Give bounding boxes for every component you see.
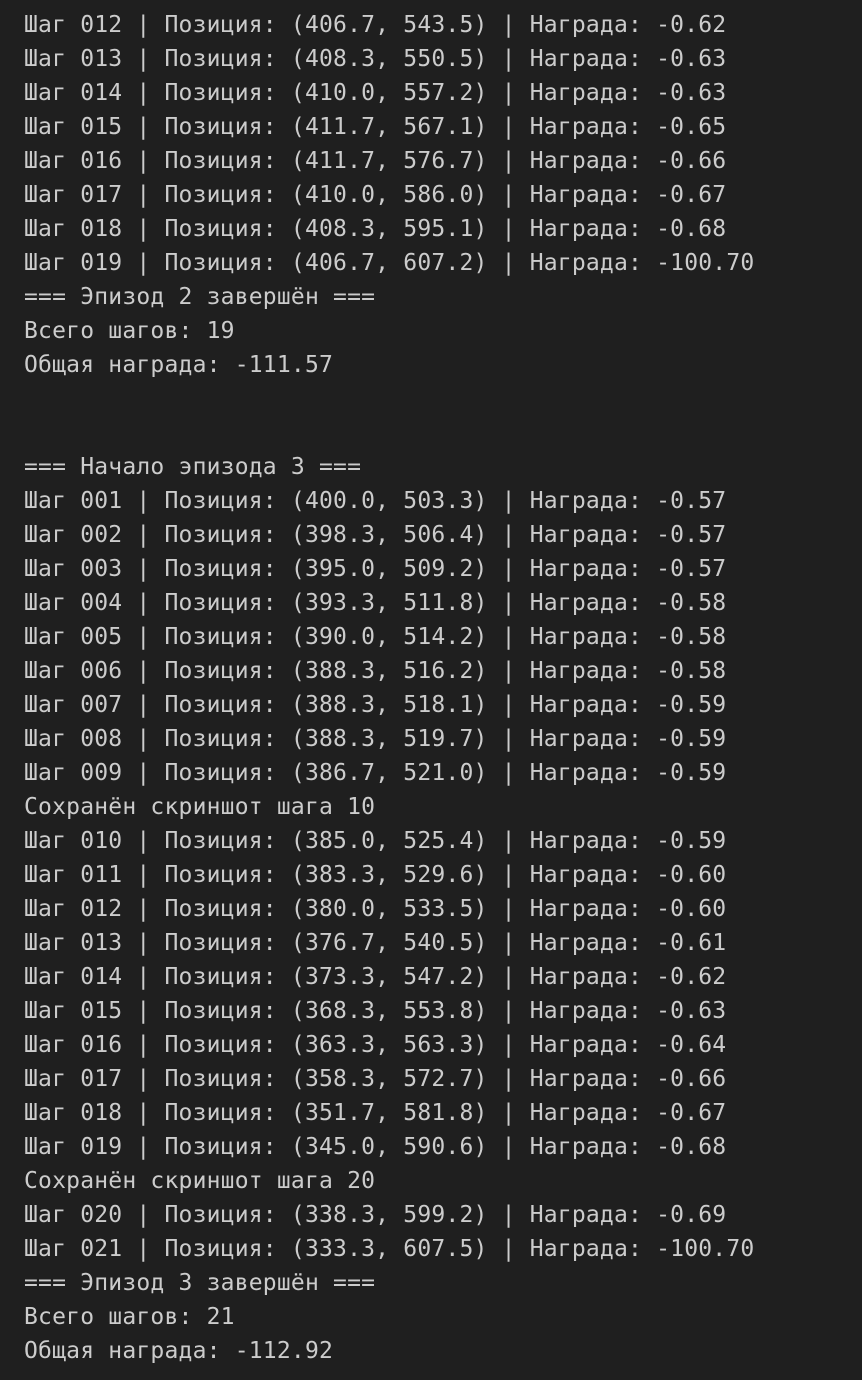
log-line: Шаг 018 | Позиция: (351.7, 581.8) | Нагр… [24,1100,727,1126]
total-steps-line: Всего шагов: 21 [24,1304,235,1330]
log-line: Шаг 001 | Позиция: (400.0, 503.3) | Нагр… [24,488,727,514]
log-line: Шаг 002 | Позиция: (398.3, 506.4) | Нагр… [24,522,727,548]
log-line: Шаг 016 | Позиция: (411.7, 576.7) | Нагр… [24,148,727,174]
log-line: Шаг 004 | Позиция: (393.3, 511.8) | Нагр… [24,590,727,616]
log-line: Шаг 020 | Позиция: (338.3, 599.2) | Нагр… [24,1202,727,1228]
log-line: Шаг 005 | Позиция: (390.0, 514.2) | Нагр… [24,624,727,650]
terminal-output: Шаг 012 | Позиция: (406.7, 543.5) | Нагр… [0,0,862,1380]
log-line: Шаг 012 | Позиция: (406.7, 543.5) | Нагр… [24,12,727,38]
log-line: Шаг 016 | Позиция: (363.3, 563.3) | Нагр… [24,1032,727,1058]
log-line: Шаг 013 | Позиция: (408.3, 550.5) | Нагр… [24,46,727,72]
log-line: Шаг 015 | Позиция: (368.3, 553.8) | Нагр… [24,998,727,1024]
log-line: Шаг 021 | Позиция: (333.3, 607.5) | Нагр… [24,1236,755,1262]
log-line: Шаг 015 | Позиция: (411.7, 567.1) | Нагр… [24,114,727,140]
log-line: Шаг 003 | Позиция: (395.0, 509.2) | Нагр… [24,556,727,582]
log-line: Шаг 014 | Позиция: (410.0, 557.2) | Нагр… [24,80,727,106]
log-line: Шаг 010 | Позиция: (385.0, 525.4) | Нагр… [24,828,727,854]
total-reward-line: Общая награда: -112.92 [24,1338,334,1364]
total-steps-line: Всего шагов: 19 [24,318,235,344]
log-line: Шаг 011 | Позиция: (383.3, 529.6) | Нагр… [24,862,727,888]
log-line: Шаг 019 | Позиция: (345.0, 590.6) | Нагр… [24,1134,727,1160]
log-line: Шаг 007 | Позиция: (388.3, 518.1) | Нагр… [24,692,727,718]
log-line: Шаг 017 | Позиция: (358.3, 572.7) | Нагр… [24,1066,727,1092]
log-line: Шаг 012 | Позиция: (380.0, 533.5) | Нагр… [24,896,727,922]
episode-end-line: === Эпизод 2 завершён === [24,284,376,310]
screenshot-saved-line: Сохранён скриншот шага 20 [24,1168,376,1194]
screenshot-saved-line: Сохранён скриншот шага 10 [24,794,376,820]
log-line: Шаг 009 | Позиция: (386.7, 521.0) | Нагр… [24,760,727,786]
episode-end-line: === Эпизод 3 завершён === [24,1270,376,1296]
total-reward-line: Общая награда: -111.57 [24,352,334,378]
log-line: Шаг 013 | Позиция: (376.7, 540.5) | Нагр… [24,930,727,956]
log-line: Шаг 018 | Позиция: (408.3, 595.1) | Нагр… [24,216,727,242]
log-line: Шаг 014 | Позиция: (373.3, 547.2) | Нагр… [24,964,727,990]
log-line: Шаг 006 | Позиция: (388.3, 516.2) | Нагр… [24,658,727,684]
log-line: Шаг 019 | Позиция: (406.7, 607.2) | Нагр… [24,250,755,276]
episode-start-line: === Начало эпизода 3 === [24,454,362,480]
log-line: Шаг 008 | Позиция: (388.3, 519.7) | Нагр… [24,726,727,752]
log-line: Шаг 017 | Позиция: (410.0, 586.0) | Нагр… [24,182,727,208]
